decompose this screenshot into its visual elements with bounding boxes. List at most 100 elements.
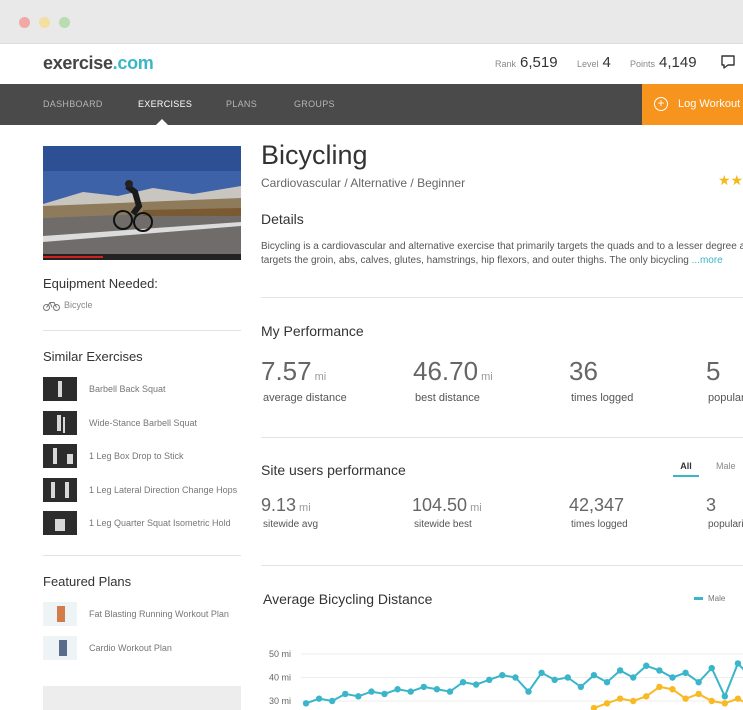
plus-circle-icon: + xyxy=(654,97,668,111)
tab-male[interactable]: Male xyxy=(716,461,736,471)
second-data-point[interactable] xyxy=(630,697,637,705)
exercise-video[interactable] xyxy=(43,146,241,260)
my-times-logged: 36 times logged xyxy=(569,356,633,404)
similar-exercise-item[interactable]: 1 Leg Box Drop to Stick xyxy=(43,444,273,468)
chat-icon[interactable] xyxy=(720,54,736,70)
male-data-point[interactable] xyxy=(656,667,663,674)
male-data-point[interactable] xyxy=(551,676,558,684)
my-average-distance: 7.57 mi average distance xyxy=(261,356,347,404)
male-data-point[interactable] xyxy=(512,674,519,681)
second-data-point[interactable] xyxy=(643,693,650,700)
metric-caption: sitewide best xyxy=(414,519,472,530)
similar-exercise-label: Wide-Stance Barbell Squat xyxy=(89,418,198,428)
metric-unit: mi xyxy=(481,371,493,383)
nav-groups[interactable]: GROUPS xyxy=(294,99,335,109)
second-data-point[interactable] xyxy=(734,695,742,702)
male-data-point[interactable] xyxy=(734,660,742,667)
metric-caption: sitewide avg xyxy=(263,519,319,530)
male-data-point[interactable] xyxy=(315,695,323,702)
minimize-window-button[interactable] xyxy=(39,17,50,28)
second-data-point[interactable] xyxy=(708,697,715,705)
exercise-thumbnail xyxy=(43,478,77,502)
second-data-point[interactable] xyxy=(695,690,702,698)
metric-value: 46.70 xyxy=(413,356,479,386)
nav-dashboard[interactable]: DASHBOARD xyxy=(43,99,103,109)
level-label: Level xyxy=(577,59,599,69)
male-data-point[interactable] xyxy=(616,667,624,674)
male-data-point[interactable] xyxy=(459,679,467,686)
log-workout-button[interactable]: + Log Workout xyxy=(642,84,743,125)
avg-distance-line-chart: 50 mi 40 mi 30 mi xyxy=(269,649,743,710)
similar-exercise-item[interactable]: 1 Leg Lateral Direction Change Hops xyxy=(43,478,273,502)
second-data-point[interactable] xyxy=(721,700,729,707)
male-data-point[interactable] xyxy=(407,688,414,695)
points-stat: Points 4,149 xyxy=(630,54,697,72)
equipment-item: Bicycle xyxy=(43,300,93,311)
male-data-point[interactable] xyxy=(721,693,729,700)
similar-exercise-item[interactable]: Wide-Stance Barbell Squat xyxy=(43,411,273,435)
rating-stars[interactable]: ★★ xyxy=(718,172,743,189)
similar-exercise-label: 1 Leg Quarter Squat Isometric Hold xyxy=(89,518,231,528)
second-data-point[interactable] xyxy=(616,695,624,702)
plan-thumbnail xyxy=(43,602,77,626)
maximize-window-button[interactable] xyxy=(59,17,70,28)
male-data-point[interactable] xyxy=(486,676,493,684)
male-data-point[interactable] xyxy=(590,671,598,679)
metric-value: 42,347 xyxy=(569,495,625,515)
male-data-point[interactable] xyxy=(682,669,689,676)
nav-plans[interactable]: PLANS xyxy=(226,99,257,109)
nav-exercises[interactable]: EXERCISES xyxy=(138,99,192,109)
y-tick-label: 50 mi xyxy=(269,649,291,659)
logo-text-main: exercise xyxy=(43,53,113,73)
second-data-point[interactable] xyxy=(603,700,611,707)
read-more-link[interactable]: ...more xyxy=(692,255,723,266)
male-data-point[interactable] xyxy=(538,669,545,676)
second-data-point[interactable] xyxy=(682,695,689,702)
male-data-point[interactable] xyxy=(420,683,427,691)
featured-plan-item[interactable]: Cardio Workout Plan xyxy=(43,636,273,660)
male-data-point[interactable] xyxy=(394,686,401,693)
sitewide-times-logged: 42,347 times logged xyxy=(569,495,628,530)
male-data-point[interactable] xyxy=(669,674,676,681)
male-data-point[interactable] xyxy=(577,683,585,691)
site-logo[interactable]: exercise.com xyxy=(43,53,154,74)
my-best-distance: 46.70 mi best distance xyxy=(413,356,493,404)
male-data-point[interactable] xyxy=(342,690,349,698)
male-data-point[interactable] xyxy=(328,697,336,705)
male-data-point[interactable] xyxy=(472,681,480,688)
male-data-point[interactable] xyxy=(433,686,441,693)
exercise-description: Bicycling is a cardiovascular and altern… xyxy=(261,240,743,268)
similar-exercise-item[interactable]: Barbell Back Squat xyxy=(43,377,273,401)
second-data-point[interactable] xyxy=(656,683,663,691)
second-data-point[interactable] xyxy=(590,704,598,710)
metric-value: 5 xyxy=(706,356,721,386)
male-data-point[interactable] xyxy=(564,674,571,681)
male-data-point[interactable] xyxy=(630,674,637,681)
close-window-button[interactable] xyxy=(19,17,30,28)
similar-exercise-item[interactable]: 1 Leg Quarter Squat Isometric Hold xyxy=(43,511,273,535)
male-data-point[interactable] xyxy=(302,700,310,707)
metric-value: 36 xyxy=(569,356,598,386)
male-data-point[interactable] xyxy=(355,693,362,700)
male-data-point[interactable] xyxy=(499,671,506,679)
second-data-point[interactable] xyxy=(669,686,676,693)
window-titlebar xyxy=(0,0,743,44)
exercise-thumbnail xyxy=(43,511,77,535)
male-data-point[interactable] xyxy=(368,688,375,695)
main-nav: DASHBOARD EXERCISES PLANS GROUPS xyxy=(0,84,743,125)
metric-unit: mi xyxy=(470,502,482,514)
points-label: Points xyxy=(630,59,656,69)
male-data-point[interactable] xyxy=(708,664,715,672)
male-data-point[interactable] xyxy=(446,688,454,695)
my-popularity: 5 popularity xyxy=(706,356,743,404)
male-data-point[interactable] xyxy=(525,688,532,695)
metric-caption: popularity xyxy=(708,519,743,530)
male-data-point[interactable] xyxy=(381,690,388,698)
featured-plans-title: Featured Plans xyxy=(43,574,132,589)
male-data-point[interactable] xyxy=(695,679,702,686)
male-data-point[interactable] xyxy=(643,662,650,669)
male-data-point[interactable] xyxy=(603,679,611,686)
tab-all[interactable]: All xyxy=(673,461,699,471)
sidebar-divider xyxy=(43,330,241,331)
featured-plan-item[interactable]: Fat Blasting Running Workout Plan xyxy=(43,602,273,626)
